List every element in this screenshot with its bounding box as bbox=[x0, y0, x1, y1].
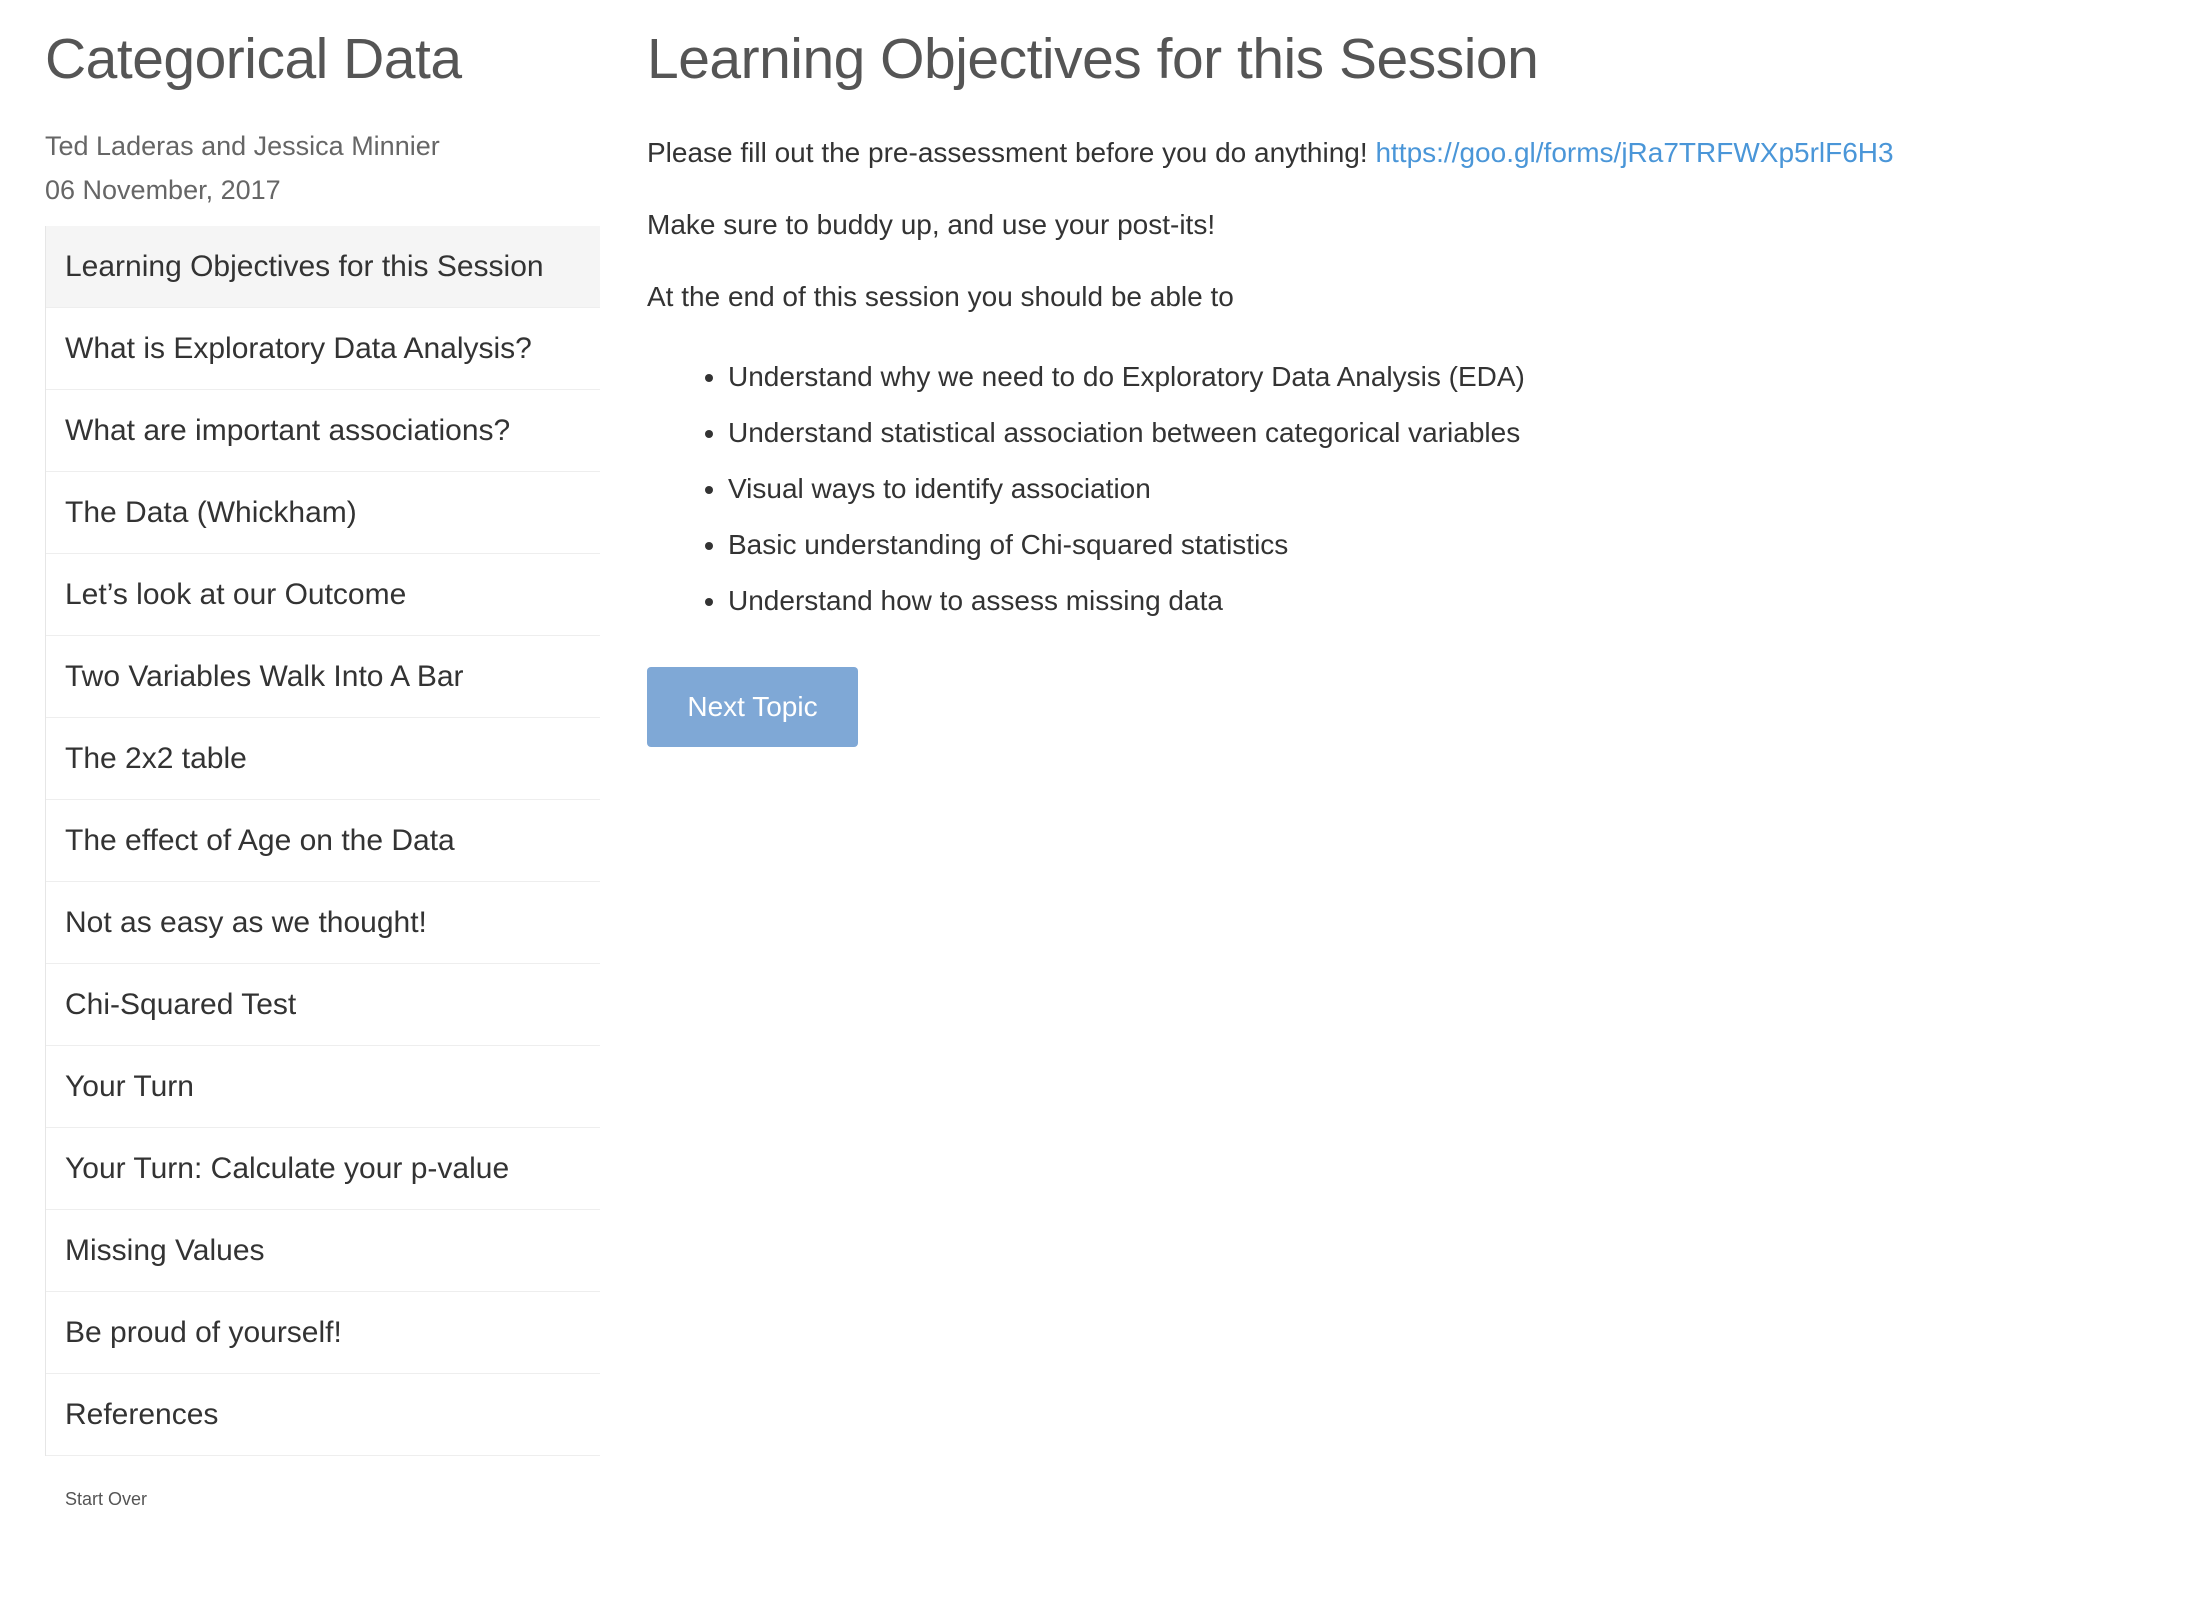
toc-item-exploratory-data-analysis[interactable]: What is Exploratory Data Analysis? bbox=[46, 308, 600, 390]
toc-item-important-associations[interactable]: What are important associations? bbox=[46, 390, 600, 472]
toc-item-the-data[interactable]: The Data (Whickham) bbox=[46, 472, 600, 554]
pre-assessment-paragraph: Please fill out the pre-assessment befor… bbox=[647, 133, 2147, 173]
table-of-contents: Learning Objectives for this Session Wha… bbox=[45, 226, 600, 1456]
objectives-lead-paragraph: At the end of this session you should be… bbox=[647, 281, 1234, 312]
document-date: 06 November, 2017 bbox=[45, 175, 281, 205]
sidebar: Categorical Data Ted Laderas and Jessica… bbox=[45, 0, 600, 1510]
objective-item: Visual ways to identify association bbox=[728, 461, 2147, 517]
start-over-link[interactable]: Start Over bbox=[45, 1489, 600, 1510]
objective-item: Understand statistical association betwe… bbox=[728, 405, 2147, 461]
section-title: Learning Objectives for this Session bbox=[647, 27, 1539, 91]
toc-item-missing-values[interactable]: Missing Values bbox=[46, 1210, 600, 1292]
toc-item-not-as-easy[interactable]: Not as easy as we thought! bbox=[46, 882, 600, 964]
toc-item-effect-of-age[interactable]: The effect of Age on the Data bbox=[46, 800, 600, 882]
toc-item-two-variables[interactable]: Two Variables Walk Into A Bar bbox=[46, 636, 600, 718]
objective-item: Understand why we need to do Exploratory… bbox=[728, 349, 2147, 405]
objective-item: Understand how to assess missing data bbox=[728, 573, 2147, 629]
next-topic-button[interactable]: Next Topic bbox=[647, 667, 858, 747]
pre-assessment-link[interactable]: https://goo.gl/forms/jRa7TRFWXp5rlF6H3 bbox=[1375, 137, 1893, 168]
pre-assessment-text: Please fill out the pre-assessment befor… bbox=[647, 137, 1368, 168]
toc-item-your-turn[interactable]: Your Turn bbox=[46, 1046, 600, 1128]
toc-item-learning-objectives[interactable]: Learning Objectives for this Session bbox=[46, 226, 600, 308]
toc-item-our-outcome[interactable]: Let’s look at our Outcome bbox=[46, 554, 600, 636]
author-names: Ted Laderas and Jessica Minnier bbox=[45, 131, 440, 161]
document-title: Categorical Data bbox=[45, 27, 462, 91]
toc-item-chi-squared-test[interactable]: Chi-Squared Test bbox=[46, 964, 600, 1046]
toc-item-calculate-p-value[interactable]: Your Turn: Calculate your p-value bbox=[46, 1128, 600, 1210]
toc-item-2x2-table[interactable]: The 2x2 table bbox=[46, 718, 600, 800]
objectives-list: Understand why we need to do Exploratory… bbox=[647, 349, 2147, 629]
objective-item: Basic understanding of Chi-squared stati… bbox=[728, 517, 2147, 573]
toc-item-references[interactable]: References bbox=[46, 1374, 600, 1456]
buddy-up-paragraph: Make sure to buddy up, and use your post… bbox=[647, 209, 1216, 240]
toc-item-be-proud[interactable]: Be proud of yourself! bbox=[46, 1292, 600, 1374]
main-content: Learning Objectives for this Session Ple… bbox=[647, 0, 2147, 747]
